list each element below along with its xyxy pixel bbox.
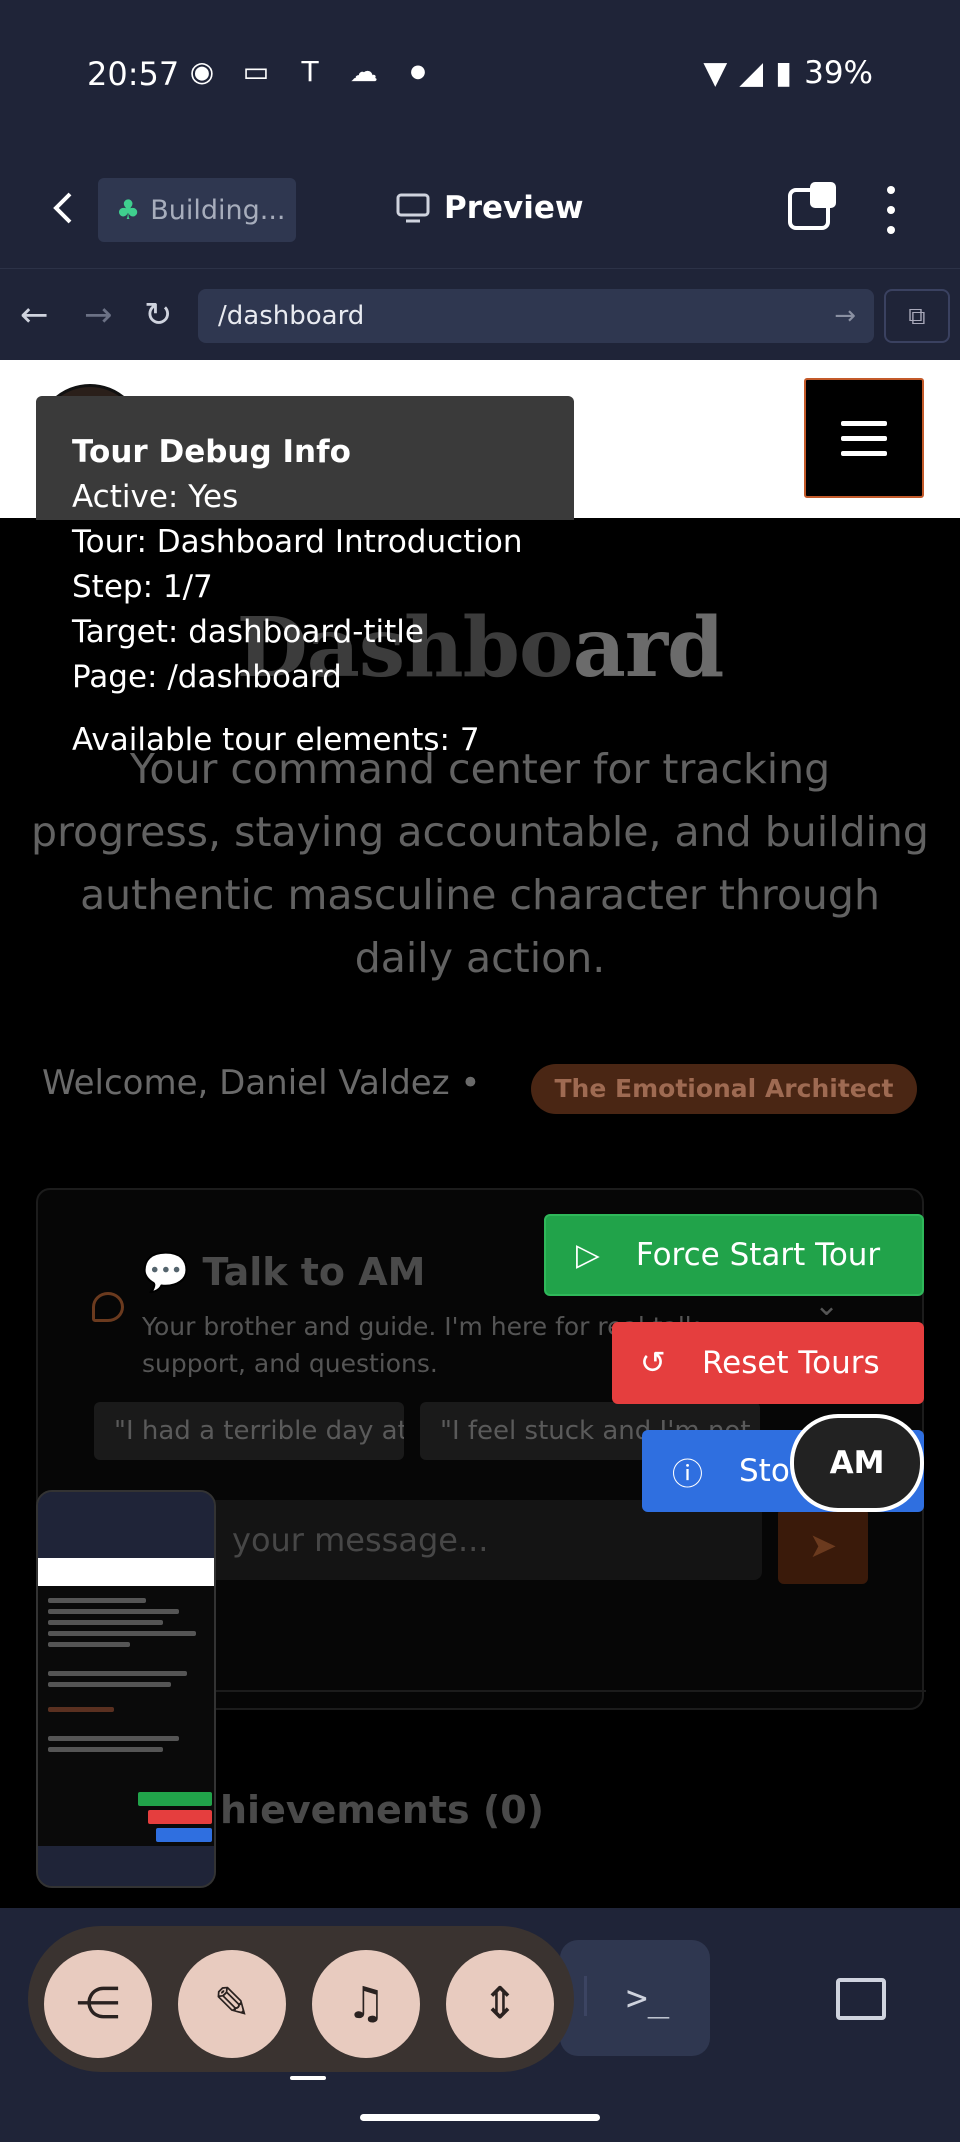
achievements-title: hievements (0) [220, 1788, 545, 1832]
debug-active: Active: Yes [72, 479, 239, 515]
share-icon[interactable]: ⋲ [44, 1950, 152, 2058]
system-icons: ▼ ◢ ▮ 39% [703, 55, 873, 91]
reload-icon[interactable]: ↻ [144, 295, 173, 335]
status-time: 20:57 [87, 55, 180, 93]
monitor-icon [396, 193, 430, 223]
tree-icon: ♣ [116, 194, 141, 226]
welcome-text: Welcome, Daniel Valdez • [42, 1063, 481, 1103]
message-input[interactable]: your message... [142, 1500, 762, 1580]
debug-title: Tour Debug Info [72, 434, 351, 470]
url-text: /dashboard [218, 301, 365, 331]
notification-icons: ◉ ▭ T ☁ ● [185, 58, 435, 86]
nav-back-icon[interactable]: ← [20, 295, 49, 335]
talk-title: 💬 Talk to AM [142, 1250, 426, 1294]
cast-icon: ▭ [242, 55, 270, 88]
app-icon: ◉ [189, 55, 215, 88]
debug-target: Target: dashboard-title [72, 614, 424, 650]
signal-icon: ◢ [739, 55, 764, 91]
bottom-toolbar: >_ ⋲ ✎ ♫ ⇕ [0, 1908, 960, 2142]
edit-icon[interactable]: ✎ [178, 1950, 286, 2058]
nav-forward-icon[interactable]: → [84, 295, 113, 335]
chat-bubble-icon [92, 1292, 124, 1322]
battery-icon: ▮ [775, 55, 793, 91]
browser-nav-bar: ← → ↻ /dashboard → ⧉ [0, 268, 960, 360]
tour-debug-text: Tour Debug Info Active: Yes Tour: Dashbo… [72, 430, 523, 763]
home-indicator[interactable] [360, 2114, 600, 2121]
debug-available: Available tour elements: 7 [72, 722, 480, 758]
url-input[interactable]: /dashboard → [198, 289, 874, 343]
cloud-icon: ☁ [350, 55, 378, 88]
preview-label: Preview [444, 190, 584, 226]
reset-icon: ↺ [640, 1345, 666, 1381]
expand-icon[interactable]: ⇕ [446, 1950, 554, 2058]
wifi-icon: ▼ [703, 55, 728, 91]
preview-toggle[interactable]: Preview [396, 190, 584, 226]
debug-page: Page: /dashboard [72, 659, 342, 695]
screenshot-thumbnail[interactable] [36, 1490, 216, 1888]
tesla-icon: T [301, 55, 319, 88]
add-alert-icon[interactable]: ♫ [312, 1950, 420, 2058]
debug-step: Step: 1/7 [72, 569, 213, 605]
help-icon: ⓘ [672, 1456, 703, 1493]
play-icon: ▷ [576, 1237, 600, 1273]
hamburger-menu-button[interactable] [804, 378, 924, 498]
side-panel-icon[interactable] [836, 1978, 886, 2020]
debug-tour: Tour: Dashboard Introduction [72, 524, 523, 560]
tabs-icon[interactable] [788, 182, 836, 230]
build-status-label: Building... [150, 194, 286, 226]
force-start-tour-button[interactable]: ▷ Force Start Tour [544, 1214, 924, 1296]
send-icon[interactable]: ➤ [778, 1508, 868, 1584]
reset-tours-button[interactable]: ↺ Reset Tours [612, 1322, 924, 1404]
dashboard-subtitle: Your command center for tracking progres… [31, 745, 929, 982]
terminal-icon[interactable]: >_ [626, 1978, 669, 2019]
go-arrow-icon[interactable]: → [834, 289, 856, 343]
open-external-icon[interactable]: ⧉ [884, 289, 950, 343]
back-arrow-icon[interactable] [46, 190, 82, 226]
status-bar: 20:57 ◉ ▭ T ☁ ● ▼ ◢ ▮ 39% [0, 0, 960, 150]
am-chat-button[interactable]: AM [790, 1414, 924, 1512]
build-status-button[interactable]: ♣ Building... [98, 178, 296, 242]
more-menu-icon[interactable] [884, 186, 898, 234]
archetype-badge: The Emotional Architect [531, 1064, 917, 1114]
app-bar: ♣ Building... Preview [0, 150, 960, 268]
battery-percent: 39% [804, 55, 873, 91]
suggestion-chip[interactable]: "I had a terrible day at work." [94, 1402, 404, 1460]
dot-icon: ● [410, 61, 426, 82]
screenshot-actions: ⋲ ✎ ♫ ⇕ [28, 1926, 574, 2072]
